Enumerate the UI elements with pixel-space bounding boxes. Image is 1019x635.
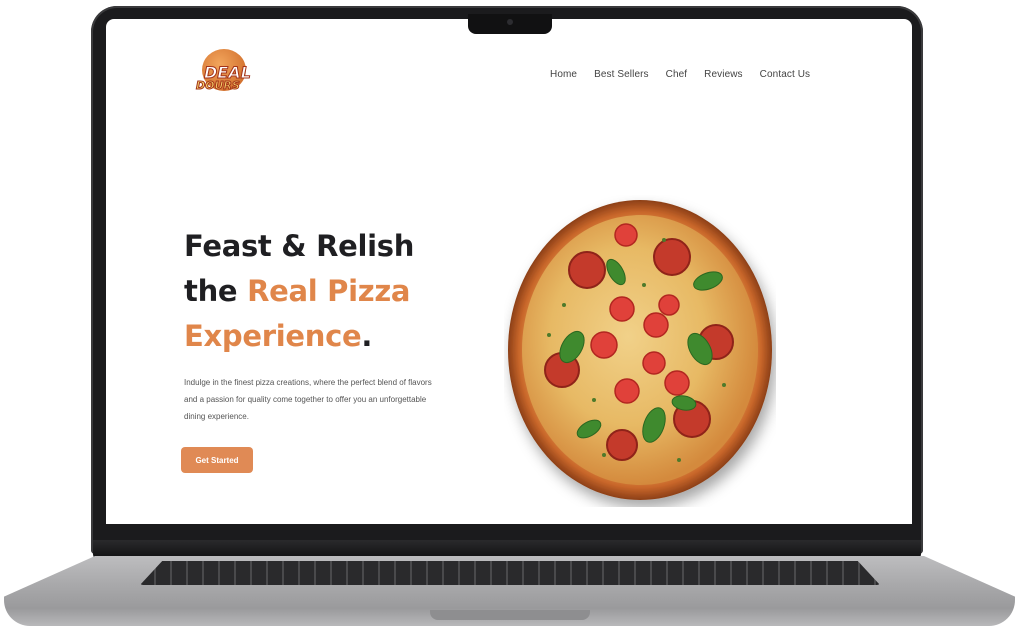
hero-title-line1: Feast & Relish bbox=[184, 229, 415, 263]
hero-title-end: . bbox=[361, 319, 373, 353]
hero-title-accent2: Experience bbox=[184, 319, 362, 353]
nav-home[interactable]: Home bbox=[550, 69, 577, 80]
hero-title: Feast & Relish the Real Pizza Experience… bbox=[184, 224, 484, 359]
nav-reviews[interactable]: Reviews bbox=[704, 69, 743, 80]
top-nav: Home Best Sellers Chef Reviews Contact U… bbox=[550, 69, 810, 80]
hero-description: Indulge in the finest pizza creations, w… bbox=[184, 378, 432, 421]
trackpad-lip bbox=[430, 610, 590, 620]
get-started-button[interactable]: Get Started bbox=[181, 447, 253, 473]
hero-title-line2: the bbox=[184, 274, 248, 308]
nav-chef[interactable]: Chef bbox=[666, 69, 688, 80]
camera-icon bbox=[507, 19, 513, 25]
nav-contact-us[interactable]: Contact Us bbox=[760, 69, 810, 80]
hero-title-accent: Real Pizza bbox=[247, 274, 411, 308]
laptop-screen: DEAL DOURS Home Best Sellers Chef Review… bbox=[106, 19, 912, 524]
site-logo[interactable]: DEAL DOURS bbox=[196, 47, 252, 105]
nav-best-sellers[interactable]: Best Sellers bbox=[594, 69, 649, 80]
pizza-image bbox=[508, 200, 772, 500]
keyboard bbox=[140, 561, 880, 585]
logo-text-line2: DOURS bbox=[196, 79, 241, 93]
